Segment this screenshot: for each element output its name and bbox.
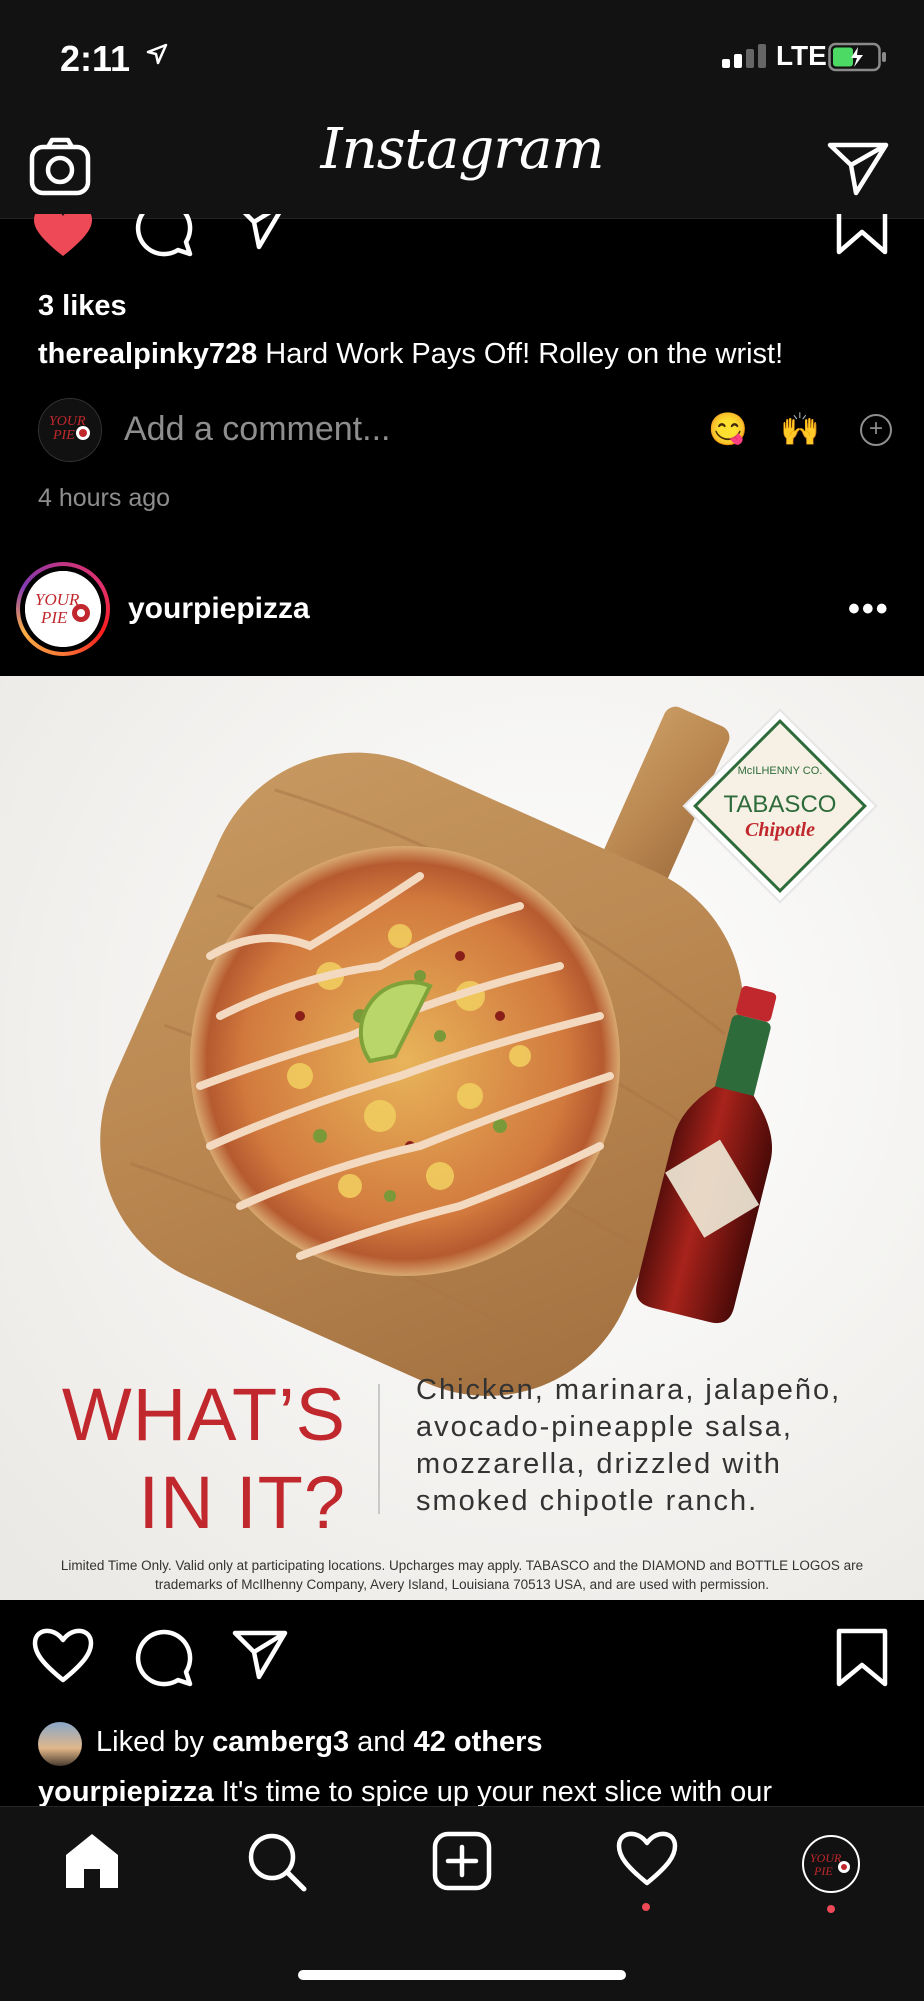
app-logo: Instagram: [320, 117, 605, 182]
search-icon[interactable]: [246, 1831, 308, 1893]
home-icon[interactable]: [62, 1831, 122, 1891]
home-indicator[interactable]: [298, 1970, 626, 1980]
like-icon[interactable]: [32, 1628, 94, 1684]
profile-notification-dot: [827, 1905, 835, 1913]
heart-filled-icon[interactable]: [32, 214, 94, 258]
status-time: 2:11: [60, 38, 131, 79]
top-app-bar: Instagram: [0, 115, 924, 219]
fine-print: Limited Time Only. Valid only at partici…: [60, 1558, 864, 1592]
direct-message-icon[interactable]: [826, 135, 890, 199]
liked-by-prefix: Liked by: [96, 1726, 213, 1758]
ingredients-text: Chicken, marinara, jalapeño, avocado-pin…: [416, 1374, 842, 1517]
post-image[interactable]: McILHENNY CO. TABASCO Chipotle WHAT’S IN…: [0, 676, 924, 1600]
tabasco-brand-main: TABASCO: [724, 791, 837, 818]
quick-emoji-yum[interactable]: 😋: [708, 410, 748, 448]
post-timestamp: 4 hours ago: [38, 484, 171, 512]
svg-text:YOUR: YOUR: [35, 590, 80, 609]
comment-icon[interactable]: [134, 1628, 194, 1688]
headline: WHAT’S IN IT?: [56, 1371, 346, 1547]
svg-text:PIE: PIE: [813, 1864, 833, 1878]
liked-by-user[interactable]: camberg3: [212, 1726, 349, 1758]
add-emoji-icon[interactable]: +: [860, 414, 892, 446]
liked-by-text: Liked by camberg3 and 42 others: [96, 1726, 543, 1759]
activity-icon[interactable]: [616, 1831, 678, 1887]
bookmark-icon[interactable]: [836, 1628, 888, 1688]
status-bar: 2:11 LTE: [0, 0, 924, 115]
new-post-icon[interactable]: [432, 1831, 492, 1891]
caption-text: It's time to spice up your next slice wi…: [221, 1776, 773, 1808]
like-count[interactable]: 3 likes: [38, 290, 127, 323]
more-options-icon[interactable]: •••: [848, 590, 890, 629]
tabasco-brand-sub: Chipotle: [745, 819, 815, 841]
headline-line-2: IN IT?: [138, 1461, 346, 1544]
signal-icon: [722, 44, 766, 68]
post-actions: [0, 1620, 924, 1700]
comment-icon[interactable]: [134, 214, 194, 258]
location-arrow-icon: [146, 43, 168, 65]
story-ring[interactable]: YOUR PIE: [16, 562, 110, 656]
post-header: YOUR PIE yourpiepizza •••: [0, 560, 924, 660]
caption-username[interactable]: yourpiepizza: [38, 1776, 214, 1808]
battery-icon: [828, 42, 886, 72]
bookmark-icon[interactable]: [836, 214, 888, 256]
liked-by-mid: and: [349, 1726, 414, 1758]
headline-line-1: WHAT’S: [61, 1373, 346, 1456]
tabasco-brand-top: McILHENNY CO.: [738, 765, 823, 777]
comment-input[interactable]: Add a comment...: [124, 410, 390, 449]
profile-icon[interactable]: YOUR PIE: [802, 1835, 860, 1893]
liked-by-others[interactable]: 42 others: [414, 1726, 543, 1758]
post-username[interactable]: yourpiepizza: [128, 592, 310, 626]
svg-text:PIE: PIE: [40, 608, 68, 627]
headline-divider: [378, 1384, 380, 1514]
activity-notification-dot: [642, 1903, 650, 1911]
current-user-avatar: YOUR PIE: [38, 398, 102, 462]
post-caption: therealpinky728 Hard Work Pays Off! Roll…: [38, 338, 783, 371]
bottom-tab-bar: YOUR PIE: [0, 1806, 924, 2001]
quick-emoji-raised-hands[interactable]: 🙌: [780, 410, 820, 448]
caption-text: Hard Work Pays Off! Rolley on the wrist!: [265, 338, 784, 370]
post-avatar: YOUR PIE: [25, 571, 101, 647]
post-caption: yourpiepizza It's time to spice up your …: [38, 1776, 772, 1809]
liker-avatar: [38, 1722, 82, 1766]
prev-post-actions: [0, 214, 924, 262]
share-icon[interactable]: [232, 1626, 288, 1682]
network-label: LTE: [776, 40, 827, 71]
caption-username[interactable]: therealpinky728: [38, 338, 257, 370]
share-icon[interactable]: [232, 214, 288, 252]
add-comment-row[interactable]: YOUR PIE Add a comment... 😋 🙌 +: [38, 398, 898, 462]
svg-text:PIE: PIE: [52, 428, 75, 443]
svg-text:YOUR: YOUR: [810, 1851, 842, 1865]
